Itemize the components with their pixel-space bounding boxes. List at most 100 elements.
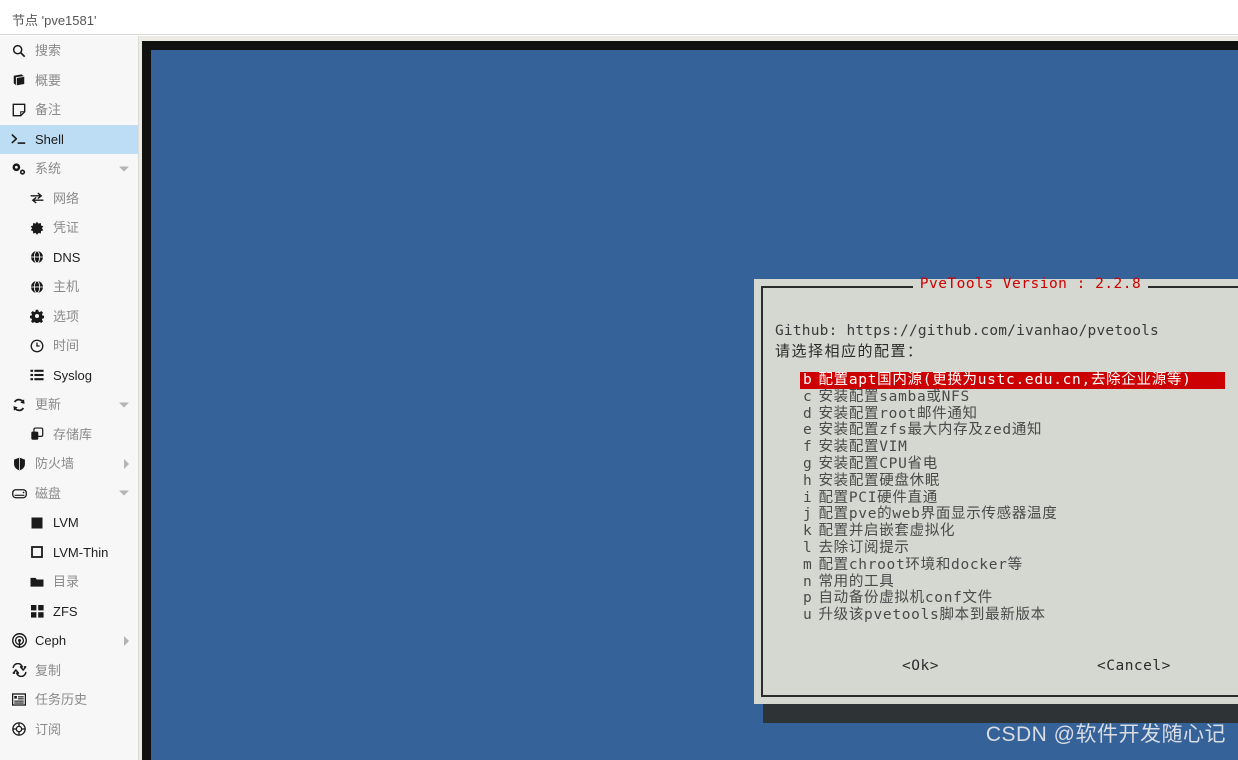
ok-button[interactable]: <Ok>	[902, 658, 939, 674]
menu-option-label: 安装配置root邮件通知	[818, 405, 978, 422]
globe-icon	[28, 279, 46, 295]
menu-option-c[interactable]: c 安装配置samba或NFS	[800, 389, 1237, 406]
sidebar-item-label: 搜索	[35, 43, 62, 59]
sidebar-item-label: 系统	[35, 161, 62, 177]
chevron-down-icon[interactable]	[119, 166, 129, 172]
ceph-icon	[10, 633, 28, 649]
sidebar-item-label: 更新	[35, 397, 62, 413]
menu-option-h[interactable]: h 安装配置硬盘休眠	[800, 473, 1237, 490]
sidebar-item-更新[interactable]: 更新	[0, 390, 138, 420]
sidebar-item-系统[interactable]: 系统	[0, 154, 138, 184]
menu-option-label: 升级该pvetools脚本到最新版本	[818, 607, 1046, 624]
sidebar-item-label: 备注	[35, 102, 62, 118]
sidebar-item-选项[interactable]: 选项	[0, 302, 138, 332]
menu-option-label: 安装配置zfs最大内存及zed通知	[818, 422, 1043, 439]
menu-option-key: d	[803, 405, 813, 422]
menu-option-f[interactable]: f 安装配置VIM	[800, 439, 1237, 456]
menu-option-n[interactable]: n 常用的工具	[800, 574, 1237, 591]
sidebar-item-目录[interactable]: 目录	[0, 567, 138, 597]
menu-option-g[interactable]: g 安装配置CPU省电	[800, 456, 1237, 473]
sidebar-item-label: 存储库	[53, 426, 93, 442]
sidebar-item-label: 网络	[53, 190, 80, 206]
chevron-down-icon[interactable]	[119, 490, 129, 496]
sidebar-item-DNS[interactable]: DNS	[0, 243, 138, 273]
note-icon	[10, 102, 28, 118]
menu-option-label: 配置pve的web界面显示传感器温度	[818, 506, 1058, 523]
dialog-menu-list[interactable]: b 配置apt国内源(更换为ustc.edu.cn,去除企业源等) c 安装配置sam…	[800, 372, 1237, 624]
sidebar-item-label: 目录	[53, 574, 80, 590]
search-icon	[10, 43, 28, 59]
menu-option-label: 自动备份虚拟机conf文件	[818, 590, 993, 607]
sidebar-item-label: ZFS	[53, 603, 78, 619]
clock-icon	[28, 338, 46, 354]
sidebar-nav[interactable]: 搜索概要备注 Shell 系统网络凭证 DNS 主机选项时间 Syslog 更新存储库防火墙…	[0, 36, 139, 760]
refresh-icon	[10, 397, 28, 413]
menu-option-key: c	[803, 388, 813, 405]
sidebar-item-时间[interactable]: 时间	[0, 331, 138, 361]
lifebuoy-icon	[10, 721, 28, 737]
sidebar-item-label: LVM	[53, 515, 79, 531]
sidebar-item-label: 复制	[35, 662, 62, 678]
menu-option-m[interactable]: m 配置chroot环境和docker等	[800, 557, 1237, 574]
menu-option-label: 配置apt国内源(更换为ustc.edu.cn,去除企业源等)	[818, 372, 1192, 388]
chevron-right-icon[interactable]	[124, 635, 129, 646]
sidebar-item-磁盘[interactable]: 磁盘	[0, 479, 138, 509]
sidebar-item-复制[interactable]: 复制	[0, 656, 138, 686]
menu-option-d[interactable]: d 安装配置root邮件通知	[800, 406, 1237, 423]
pvetools-dialog[interactable]: PveTools Version : 2.2.8 Github: https:/…	[754, 276, 1238, 704]
sidebar-item-订阅[interactable]: 订阅	[0, 715, 138, 745]
sidebar-item-任务历史[interactable]: 任务历史	[0, 685, 138, 715]
sidebar-item-LVM[interactable]: LVM	[0, 508, 138, 538]
folder-icon	[28, 574, 46, 590]
sidebar-item-label: 磁盘	[35, 485, 62, 501]
replicate-icon	[10, 662, 28, 678]
sidebar-item-label: Shell	[35, 131, 64, 147]
sidebar-item-概要[interactable]: 概要	[0, 66, 138, 96]
shield-icon	[10, 456, 28, 472]
terminal-screen[interactable]: PveTools Version : 2.2.8 Github: https:/…	[142, 41, 1238, 760]
chevron-right-icon[interactable]	[124, 458, 129, 469]
sidebar-item-ZFS[interactable]: ZFS	[0, 597, 138, 627]
cancel-button[interactable]: <Cancel>	[1097, 658, 1171, 674]
sidebar-item-label: Syslog	[53, 367, 93, 383]
menu-option-b[interactable]: b 配置apt国内源(更换为ustc.edu.cn,去除企业源等)	[800, 372, 1225, 389]
sidebar-item-搜索[interactable]: 搜索	[0, 36, 138, 66]
sidebar-item-Shell[interactable]: Shell	[0, 124, 138, 154]
dialog-prompt-text: 请选择相应的配置：	[775, 342, 924, 360]
menu-option-key: m	[803, 556, 813, 573]
terminal-icon	[10, 131, 28, 147]
menu-option-key: p	[803, 590, 813, 607]
sidebar-item-主机[interactable]: 主机	[0, 272, 138, 302]
dialog-title: PveTools Version : 2.2.8	[919, 276, 1142, 292]
menu-option-i[interactable]: i 配置PCI硬件直通	[800, 490, 1237, 507]
book-icon	[10, 72, 28, 88]
sidebar-item-防火墙[interactable]: 防火墙	[0, 449, 138, 479]
sidebar-item-Ceph[interactable]: Ceph	[0, 626, 138, 656]
menu-option-key: k	[803, 523, 813, 540]
sidebar-item-存储库[interactable]: 存储库	[0, 420, 138, 450]
sidebar-item-label: 防火墙	[35, 456, 75, 472]
menu-option-p[interactable]: p 自动备份虚拟机conf文件	[800, 590, 1237, 607]
sidebar-item-凭证[interactable]: 凭证	[0, 213, 138, 243]
sidebar-item-LVM-Thin[interactable]: LVM-Thin	[0, 538, 138, 568]
menu-option-j[interactable]: j 配置pve的web界面显示传感器温度	[800, 506, 1237, 523]
gear-icon	[28, 308, 46, 324]
menu-option-key: b	[803, 372, 813, 388]
sidebar-item-网络[interactable]: 网络	[0, 184, 138, 214]
sidebar-item-Syslog[interactable]: Syslog	[0, 361, 138, 391]
sidebar-item-备注[interactable]: 备注	[0, 95, 138, 125]
sidebar-item-label: 选项	[53, 308, 80, 324]
menu-option-key: n	[803, 573, 813, 590]
dialog-button-row: <Ok> <Cancel>	[763, 658, 1238, 680]
menu-option-key: h	[803, 472, 813, 489]
chevron-down-icon[interactable]	[119, 402, 129, 408]
gears-icon	[10, 161, 28, 177]
menu-option-k[interactable]: k 配置并启嵌套虚拟化	[800, 523, 1237, 540]
grid-icon	[28, 603, 46, 619]
menu-option-label: 配置chroot环境和docker等	[818, 556, 1023, 573]
globe-icon	[28, 249, 46, 265]
menu-option-e[interactable]: e 安装配置zfs最大内存及zed通知	[800, 422, 1237, 439]
menu-option-l[interactable]: l 去除订阅提示	[800, 540, 1237, 557]
menu-option-u[interactable]: u 升级该pvetools脚本到最新版本	[800, 607, 1237, 624]
menu-option-key: e	[803, 422, 813, 439]
